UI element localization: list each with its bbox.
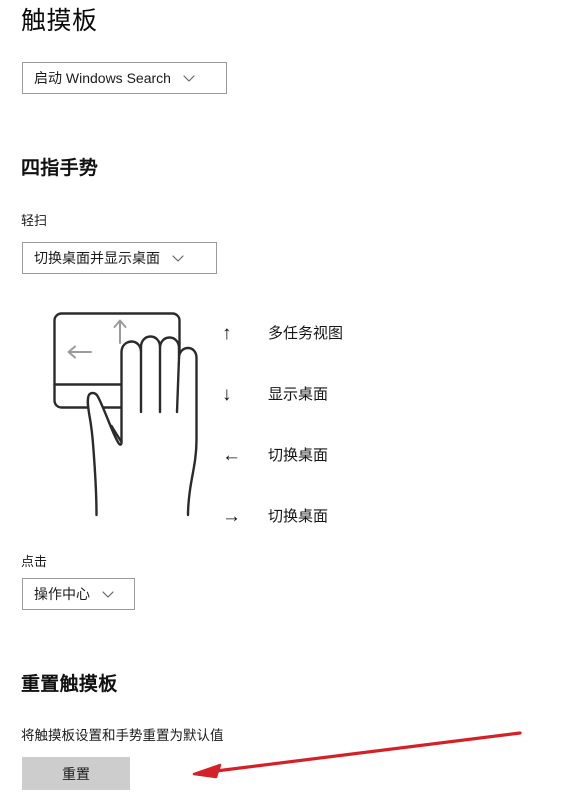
hand-outline: [86, 335, 198, 517]
search-gesture-dropdown[interactable]: 启动 Windows Search: [22, 62, 227, 94]
red-pointer-arrow: [180, 715, 540, 795]
legend-row: ↓ 显示桌面: [222, 383, 328, 407]
swipe-action-dropdown[interactable]: 切换桌面并显示桌面: [22, 242, 217, 274]
tap-label: 点击: [21, 554, 48, 569]
four-finger-heading: 四指手势: [21, 158, 99, 179]
legend-row: → 切换桌面: [222, 505, 328, 529]
legend-row: ← 切换桌面: [222, 444, 328, 468]
arrow-down-icon: ↓: [222, 384, 232, 405]
page-title: 触摸板: [21, 7, 98, 35]
legend-row: ↑ 多任务视图: [222, 322, 343, 346]
chevron-down-icon: [101, 587, 115, 601]
reset-description: 将触摸板设置和手势重置为默认值: [21, 728, 224, 743]
reset-heading: 重置触摸板: [21, 674, 118, 695]
touchpad-settings-page: 触摸板 启动 Windows Search 四指手势 轻扫 切换桌面并显示桌面: [0, 0, 573, 807]
arrow-up-icon: ↑: [222, 323, 232, 344]
chevron-down-icon: [182, 71, 196, 85]
tap-action-dropdown[interactable]: 操作中心: [22, 578, 135, 610]
legend-label: 切换桌面: [268, 508, 329, 525]
arrow-right-icon: →: [222, 506, 241, 527]
search-gesture-dropdown-value: 启动 Windows Search: [34, 70, 171, 86]
legend-label: 显示桌面: [268, 386, 329, 403]
swipe-action-dropdown-value: 切换桌面并显示桌面: [34, 250, 160, 266]
legend-label: 切换桌面: [268, 447, 329, 464]
four-finger-swipe-illustration: [40, 300, 200, 550]
chevron-down-icon: [171, 251, 185, 265]
tap-action-dropdown-value: 操作中心: [34, 586, 90, 602]
swipe-label: 轻扫: [21, 213, 48, 228]
legend-label: 多任务视图: [268, 325, 344, 342]
reset-button[interactable]: 重置: [22, 757, 130, 790]
arrow-left-icon: ←: [222, 445, 241, 466]
